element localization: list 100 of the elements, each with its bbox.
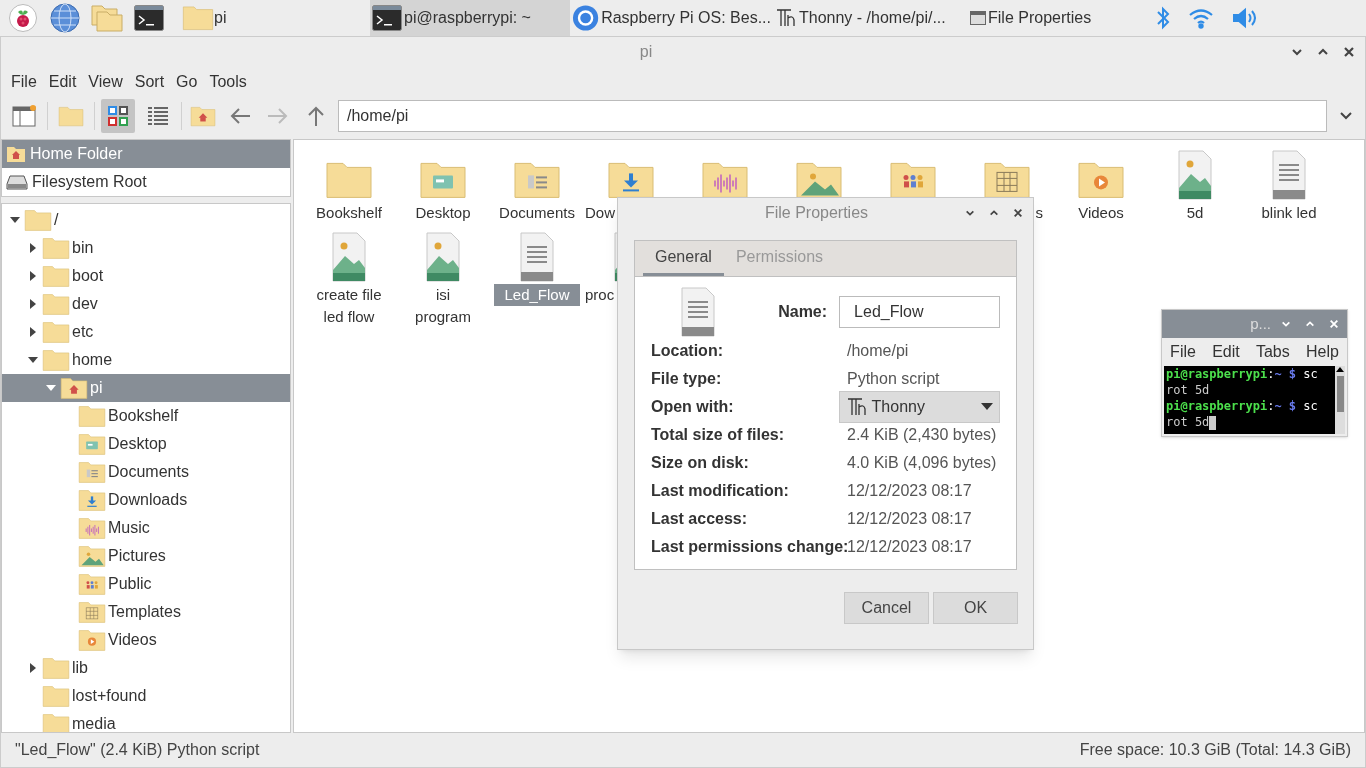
people-folder-icon bbox=[78, 572, 106, 596]
tree-item-label: / bbox=[54, 210, 59, 230]
places-item[interactable]: Filesystem Root bbox=[2, 168, 290, 196]
minimize-chevron-icon[interactable] bbox=[965, 208, 975, 218]
tree-item-label: Downloads bbox=[108, 490, 188, 510]
tree-item[interactable]: Downloads bbox=[2, 486, 290, 514]
web-browser-button[interactable] bbox=[48, 1, 82, 35]
tree-item-label: bin bbox=[72, 238, 94, 258]
tree-item[interactable]: Bookshelf bbox=[2, 402, 290, 430]
folder-launcher[interactable]: pi bbox=[182, 4, 362, 32]
play-folder-icon bbox=[78, 628, 106, 652]
tree-item-label: Public bbox=[108, 574, 152, 594]
tree-item-label: Templates bbox=[108, 602, 181, 622]
dropdown-triangle-icon bbox=[981, 403, 993, 411]
folder-icon bbox=[42, 684, 70, 708]
tree-item[interactable]: / bbox=[2, 206, 290, 234]
path-field[interactable]: /home/pi bbox=[338, 100, 1327, 132]
file-name[interactable]: blink led bbox=[1251, 202, 1327, 224]
dialog-button[interactable]: Cancel bbox=[844, 592, 929, 624]
collapse-triangle-icon[interactable] bbox=[28, 356, 38, 364]
bluetooth-icon[interactable] bbox=[1156, 6, 1170, 30]
tree-item[interactable]: Documents bbox=[2, 458, 290, 486]
menu-item[interactable]: Tools bbox=[203, 70, 253, 94]
dialog-tab[interactable]: General bbox=[643, 240, 724, 276]
file-name[interactable]: Desktop bbox=[405, 202, 481, 224]
raspberry-menu-button[interactable] bbox=[6, 1, 40, 35]
terminal-line: rot 5d bbox=[1166, 382, 1211, 398]
image-file-icon bbox=[1178, 150, 1212, 200]
tree-item[interactable]: media bbox=[2, 710, 290, 732]
taskbar-window-button[interactable]: File Properties bbox=[968, 0, 1128, 36]
open-with-dropdown[interactable]: Thonny bbox=[838, 391, 1000, 423]
menu-item[interactable]: Tabs bbox=[1255, 340, 1290, 364]
documents-folder-icon bbox=[78, 460, 106, 484]
file-name[interactable]: Documents bbox=[489, 202, 585, 224]
image-file-icon bbox=[426, 232, 460, 282]
expand-triangle-icon[interactable] bbox=[29, 243, 37, 253]
tree-item[interactable]: Music bbox=[2, 514, 290, 542]
tree-item[interactable]: Desktop bbox=[2, 430, 290, 458]
menu-item[interactable]: File bbox=[1170, 340, 1196, 364]
property-value: 12/12/2023 08:17 bbox=[847, 481, 972, 501]
taskbar-window-button[interactable]: Raspberry Pi OS: Bes... bbox=[570, 0, 773, 36]
thonny-icon bbox=[775, 7, 797, 29]
tree-item[interactable]: dev bbox=[2, 290, 290, 318]
list-view-icon bbox=[147, 105, 169, 127]
file-name[interactable]: Dow bbox=[584, 202, 617, 224]
scroll-up-arrow-icon[interactable] bbox=[1336, 366, 1344, 372]
expand-triangle-icon[interactable] bbox=[29, 299, 37, 309]
tree-item[interactable]: Pictures bbox=[2, 542, 290, 570]
dialog-button[interactable]: OK bbox=[933, 592, 1018, 624]
status-text: "Led_Flow" (2.4 KiB) Python script bbox=[15, 740, 260, 760]
view-mode-button[interactable] bbox=[101, 99, 135, 133]
file-name[interactable]: isi program bbox=[396, 284, 490, 328]
menu-item[interactable]: Go bbox=[170, 70, 204, 94]
taskbar-window-button[interactable]: pi@raspberrypi: ~ bbox=[370, 0, 570, 36]
menu-item[interactable]: View bbox=[82, 70, 129, 94]
menu-item[interactable]: File bbox=[5, 70, 43, 94]
tree-item[interactable]: home bbox=[2, 346, 290, 374]
menu-item[interactable]: Sort bbox=[128, 70, 171, 94]
expand-triangle-icon[interactable] bbox=[29, 327, 37, 337]
wifi-icon[interactable] bbox=[1188, 7, 1214, 29]
tree-item[interactable]: boot bbox=[2, 262, 290, 290]
tree-item[interactable]: Templates bbox=[2, 598, 290, 626]
name-field[interactable]: Led_Flow bbox=[839, 296, 1000, 328]
tree-item[interactable]: lost+found bbox=[2, 682, 290, 710]
grid-folder-icon bbox=[78, 600, 106, 624]
tree-item-label: Music bbox=[108, 518, 150, 538]
tree-item[interactable]: Public bbox=[2, 570, 290, 598]
collapse-triangle-icon[interactable] bbox=[10, 216, 20, 224]
maximize-chevron-icon[interactable] bbox=[989, 208, 999, 218]
dropdown-chevron-icon[interactable] bbox=[1339, 111, 1353, 121]
property-label: Total size of files: bbox=[651, 425, 786, 445]
tree-item[interactable]: Videos bbox=[2, 626, 290, 654]
tree-item-label: Bookshelf bbox=[108, 406, 179, 426]
folder-icon bbox=[42, 348, 70, 372]
text-file-icon bbox=[1272, 150, 1306, 200]
menu-item[interactable]: Help bbox=[1305, 340, 1339, 364]
file-name[interactable]: s bbox=[1033, 202, 1054, 224]
file-name[interactable]: Videos bbox=[1068, 202, 1134, 224]
tree-item[interactable]: lib bbox=[2, 654, 290, 682]
name-label: Name: bbox=[778, 302, 828, 322]
taskbar-window-button[interactable]: Thonny - /home/pi/... bbox=[773, 0, 968, 36]
close-icon[interactable] bbox=[1343, 46, 1355, 58]
menu-item[interactable]: Edit bbox=[42, 70, 83, 94]
image-file-icon bbox=[332, 232, 366, 282]
close-icon[interactable] bbox=[1013, 208, 1023, 218]
tree-item[interactable]: etc bbox=[2, 318, 290, 346]
folder-icon bbox=[42, 236, 70, 260]
file-name[interactable]: Bookshelf bbox=[306, 202, 392, 224]
expand-triangle-icon[interactable] bbox=[29, 271, 37, 281]
file-name[interactable]: create file led flow bbox=[302, 284, 396, 328]
tree-item[interactable]: bin bbox=[2, 234, 290, 262]
menu-item[interactable]: Edit bbox=[1212, 340, 1240, 364]
scrollbar[interactable] bbox=[1335, 366, 1345, 434]
file-name[interactable]: proc bbox=[584, 284, 617, 306]
folder-icon bbox=[78, 404, 106, 428]
file-name[interactable]: 5d bbox=[1176, 202, 1214, 224]
music-folder-icon bbox=[78, 516, 106, 540]
terminal-line: pi@raspberrypi:~ $ sc bbox=[1166, 366, 1319, 382]
expand-triangle-icon[interactable] bbox=[29, 663, 37, 673]
minimize-chevron-icon[interactable] bbox=[1291, 46, 1303, 58]
